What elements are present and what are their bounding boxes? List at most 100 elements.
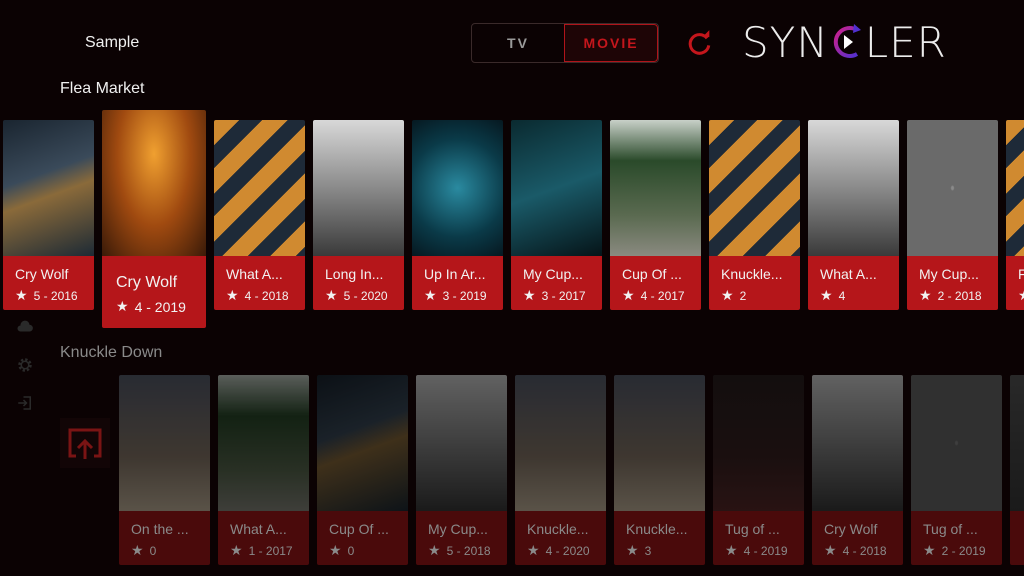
card-meta: ★ 2 - 2019 (923, 542, 1002, 559)
rating-year: 3 (644, 543, 652, 558)
media-card[interactable]: Flea... ★ (1006, 120, 1024, 328)
poster-image (119, 375, 210, 511)
card-meta: ★ 4 - 2019 (116, 298, 206, 315)
card-meta: ★ 2 - 2018 (919, 287, 998, 304)
media-card[interactable]: Knuckle... ★ 2 (709, 120, 800, 328)
media-card[interactable]: Long In... ★ 5 - 2020 (313, 120, 404, 328)
rating-year: 4 - 2019 (743, 543, 788, 558)
card-meta: ★ 2 (721, 287, 800, 304)
refresh-icon[interactable] (686, 29, 714, 57)
media-card[interactable]: Cry Wolf ★ 5 - 2016 (3, 120, 94, 328)
card-info: What A... ★ 4 (808, 256, 899, 310)
card-info: My Cup... ★ 5 - 2018 (416, 511, 507, 565)
card-meta: ★ (1018, 287, 1024, 304)
media-card[interactable]: Cry Wolf ★ 4 - 2018 (812, 375, 903, 565)
card-title: My Cup... (428, 521, 488, 537)
syncler-logo: SYN LER (742, 17, 947, 67)
rating-year: 2 - 2019 (941, 543, 986, 558)
star-icon: ★ (721, 287, 734, 303)
card-info: Long In... ★ 5 - 2020 (313, 256, 404, 310)
media-card[interactable]: My Cup... ★ 3 - 2017 (511, 120, 602, 328)
media-card[interactable]: Knuckle... ★ 3 (614, 375, 705, 565)
rating-year: 4 - 2017 (640, 288, 685, 303)
card-meta: ★ 5 - 2020 (325, 287, 404, 304)
card-meta: ★ 0 (329, 542, 408, 559)
media-card[interactable]: What A... ★ 4 (808, 120, 899, 328)
rating-year: 5 - 2016 (33, 288, 78, 303)
media-card[interactable]: Knuckle... ★ 4 - 2020 (515, 375, 606, 565)
card-meta: ★ 4 - 2019 (725, 542, 804, 559)
poster-image (709, 120, 800, 256)
poster-image (614, 375, 705, 511)
star-icon: ★ (1018, 287, 1024, 304)
card-title: Knuckle... (626, 521, 688, 537)
media-card[interactable]: Up In Ar... ★ 3 - 2019 (412, 120, 503, 328)
logo-text-end: LER (864, 17, 947, 67)
logout-icon[interactable] (16, 394, 34, 412)
poster-image (416, 375, 507, 511)
rating-year: 4 - 2019 (134, 298, 186, 315)
card-title: Cup Of ... (329, 521, 389, 537)
card-info: Tug of ... ★ 2 - 2019 (911, 511, 1002, 565)
rating-year: 1 - 2017 (248, 543, 293, 558)
card-title: My Cup... (919, 266, 979, 282)
card-meta: ★ 4 - 2020 (527, 542, 606, 559)
star-icon: ★ (725, 542, 738, 558)
star-icon: ★ (15, 287, 28, 303)
poster-image (1010, 375, 1024, 511)
poster-image (515, 375, 606, 511)
media-card[interactable]: On the ... ★ 0 (119, 375, 210, 565)
tab-movie[interactable]: MOVIE (564, 24, 658, 62)
star-icon: ★ (622, 287, 635, 303)
row-flea-market: Cry Wolf ★ 5 - 2016 Cry Wolf ★ 4 - 2019 What A… (3, 110, 1024, 328)
star-icon: ★ (428, 542, 441, 558)
card-meta: ★ 4 - 2017 (622, 287, 701, 304)
poster-image (808, 120, 899, 256)
poster-image (313, 120, 404, 256)
poster-image (1006, 120, 1024, 256)
card-info: Cup Of ... ★ 4 - 2017 (610, 256, 701, 310)
card-info: On the ... ★ 0 (119, 511, 210, 565)
media-card[interactable]: Tug of ... ★ 2 - 2019 (911, 375, 1002, 565)
row-title-flea-market: Flea Market (60, 80, 145, 97)
media-card[interactable]: Tug of ... ★ 4 - 2019 (713, 375, 804, 565)
media-card[interactable]: What A... ★ 1 - 2017 (218, 375, 309, 565)
star-icon: ★ (923, 542, 936, 558)
card-meta: ★ 3 (626, 542, 705, 559)
poster-image (511, 120, 602, 256)
cloud-icon[interactable] (16, 318, 34, 336)
card-info: Knuckle... ★ 2 (709, 256, 800, 310)
card-meta: ★ 5 - 2016 (15, 287, 94, 304)
poster-image (907, 120, 998, 256)
star-icon: ★ (523, 287, 536, 303)
card-info: Tug of ... ★ 4 - 2019 (713, 511, 804, 565)
card-title: Tug of ... (725, 521, 780, 537)
media-card[interactable]: Cry Wolf ★ 4 - 2019 (102, 110, 206, 328)
card-info: Flea... ★ (1006, 256, 1024, 310)
cast-icon (68, 428, 102, 459)
poster-image (214, 120, 305, 256)
gear-icon[interactable] (16, 356, 34, 374)
card-title: Up In Ar... (424, 266, 486, 282)
media-card[interactable]: What A... ★ 4 - 2018 (214, 120, 305, 328)
media-card[interactable]: Cup Of ... ★ 0 (317, 375, 408, 565)
media-card[interactable]: ★ (1010, 375, 1024, 565)
star-icon: ★ (824, 542, 837, 558)
star-icon: ★ (424, 287, 437, 303)
tab-tv[interactable]: TV (472, 24, 564, 62)
poster-image (713, 375, 804, 511)
card-title: Cry Wolf (116, 274, 178, 291)
cast-button[interactable] (60, 418, 110, 468)
rating-year: 4 - 2020 (545, 543, 590, 558)
rating-year: 4 - 2018 (842, 543, 887, 558)
rating-year: 0 (347, 543, 355, 558)
media-card[interactable]: My Cup... ★ 5 - 2018 (416, 375, 507, 565)
star-icon: ★ (325, 287, 338, 303)
card-title: Cup Of ... (622, 266, 682, 282)
poster-image (317, 375, 408, 511)
media-card[interactable]: Cup Of ... ★ 4 - 2017 (610, 120, 701, 328)
profile-name[interactable]: Sample (85, 34, 139, 52)
media-card[interactable]: My Cup... ★ 2 - 2018 (907, 120, 998, 328)
star-icon: ★ (919, 287, 932, 303)
card-info: Cry Wolf ★ 4 - 2019 (102, 256, 206, 328)
